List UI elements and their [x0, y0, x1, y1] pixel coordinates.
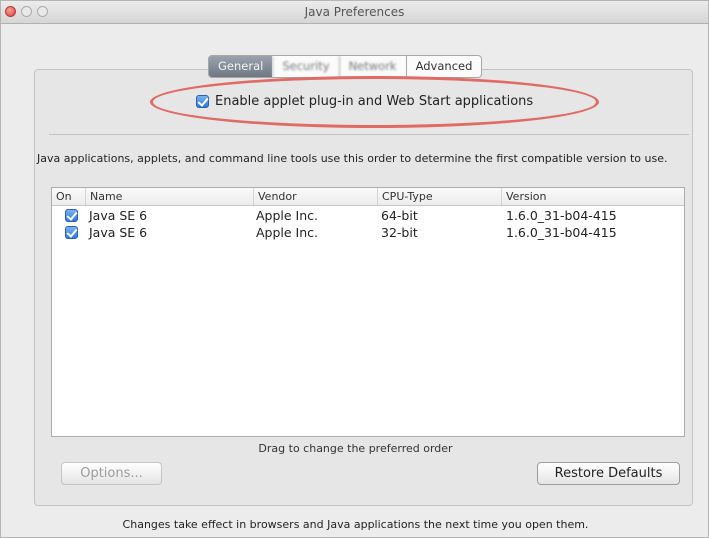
row-enabled-checkbox[interactable] [65, 226, 78, 239]
row-version: 1.6.0_31-b04-415 [506, 225, 617, 240]
table-row[interactable]: Java SE 6 Apple Inc. 32-bit 1.6.0_31-b04… [52, 225, 684, 241]
column-header-vendor[interactable]: Vendor [253, 188, 377, 205]
column-header-cpu-type[interactable]: CPU-Type [377, 188, 501, 205]
enable-applet-label: Enable applet plug-in and Web Start appl… [215, 94, 534, 109]
row-name: Java SE 6 [89, 225, 148, 240]
row-vendor: Apple Inc. [256, 208, 319, 223]
title-bar: Java Preferences [1, 1, 708, 24]
tab-network[interactable]: Network [338, 56, 406, 77]
enable-applet-row[interactable]: Enable applet plug-in and Web Start appl… [196, 94, 533, 109]
row-name: Java SE 6 [89, 208, 148, 223]
divider [49, 134, 689, 135]
options-button[interactable]: Options... [61, 462, 162, 485]
row-cpu-type: 64-bit [381, 208, 418, 223]
row-version: 1.6.0_31-b04-415 [506, 208, 617, 223]
drag-order-hint: Drag to change the preferred order [258, 442, 453, 455]
row-vendor: Apple Inc. [256, 225, 319, 240]
column-header-on[interactable]: On [52, 188, 85, 205]
footer-note: Changes take effect in browsers and Java… [122, 518, 589, 531]
java-versions-table: On Name Vendor CPU-Type Version Java SE … [51, 187, 685, 437]
java-preferences-window: Java Preferences General Security Networ… [0, 0, 709, 538]
table-row[interactable]: Java SE 6 Apple Inc. 64-bit 1.6.0_31-b04… [52, 208, 684, 224]
enable-applet-checkbox[interactable] [196, 95, 209, 108]
column-header-name[interactable]: Name [85, 188, 253, 205]
tab-security[interactable]: Security [272, 56, 338, 77]
table-header: On Name Vendor CPU-Type Version [52, 188, 684, 206]
java-order-description: Java applications, applets, and command … [37, 152, 668, 165]
restore-defaults-button[interactable]: Restore Defaults [537, 462, 680, 485]
window-title: Java Preferences [304, 5, 405, 19]
row-enabled-checkbox[interactable] [65, 209, 78, 222]
tab-general[interactable]: General [209, 56, 273, 77]
column-header-version[interactable]: Version [501, 188, 685, 205]
tab-bar: General Security Network Advanced [208, 55, 483, 78]
tab-advanced[interactable]: Advanced [405, 56, 482, 77]
row-cpu-type: 32-bit [381, 225, 418, 240]
